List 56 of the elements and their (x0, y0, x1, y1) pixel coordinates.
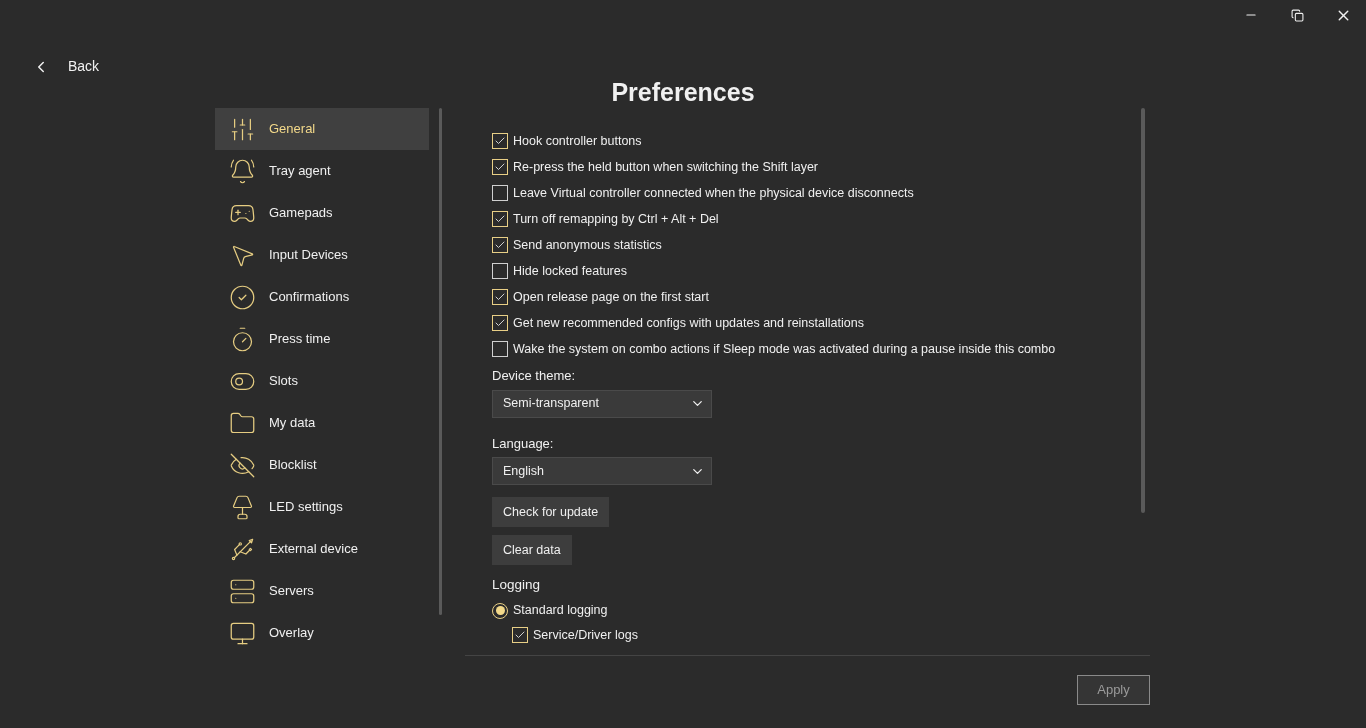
checkbox-label: Leave Virtual controller connected when the physical device disconnects (513, 184, 914, 202)
checkbox-label: Send anonymous statistics (513, 236, 662, 254)
checkbox-label: Open release page on the first start (513, 288, 709, 306)
checkbox-label: Wake the system on combo actions if Sleep mode was activated during a pause inside this combo (513, 340, 1056, 358)
field-label: Language: (492, 434, 555, 453)
sidebar-item[interactable]: Servers (215, 570, 429, 612)
dropdown[interactable]: Semi-transparent (492, 389, 712, 418)
checkbox[interactable] (492, 289, 508, 305)
sidebar-item[interactable]: Tray agent (215, 150, 429, 192)
checkbox[interactable] (492, 185, 508, 201)
checkbox-label: Turn off remapping by Ctrl + Alt + Del (513, 210, 719, 228)
scrollbar[interactable] (439, 108, 442, 615)
checkbox[interactable] (492, 315, 508, 331)
bell-icon (229, 157, 256, 185)
scrollbar[interactable] (1141, 108, 1145, 513)
sidebar-item[interactable]: General (215, 108, 429, 150)
sidebar-item[interactable]: Input Devices (215, 234, 429, 276)
check-icon (494, 239, 506, 251)
checkbox[interactable] (492, 211, 508, 227)
field-label: Device theme: (492, 367, 577, 385)
checkbox[interactable] (492, 237, 508, 253)
radio-label: Standard logging (513, 602, 608, 620)
checkbox-label: Hook controller buttons (513, 132, 642, 150)
checkbox[interactable] (492, 263, 508, 279)
sidebar-item[interactable]: Overlay (215, 612, 429, 650)
server-icon (229, 577, 256, 605)
page-title: Preferences (611, 77, 755, 108)
checkbox[interactable] (512, 627, 528, 644)
checkbox-label: Service/Driver logs (533, 627, 638, 644)
sidebar-item[interactable]: Gamepads (215, 192, 429, 234)
sidebar-item[interactable]: Confirmations (215, 276, 429, 318)
section-title: Logging (492, 576, 542, 594)
check-icon (494, 161, 506, 173)
checkbox[interactable] (492, 133, 508, 149)
eye-off-icon (229, 451, 256, 479)
restore-icon (1290, 8, 1304, 22)
action-button[interactable]: Clear data (492, 535, 572, 565)
sidebar-item[interactable]: External device (215, 528, 429, 570)
sidebar-item[interactable]: LED settings (215, 486, 429, 528)
check-icon (494, 317, 506, 329)
check-icon (494, 291, 506, 303)
checkbox-label: Get new recommended configs with updates and reinstallations (513, 314, 864, 332)
sidebar-item[interactable]: My data (215, 402, 429, 444)
back-button[interactable]: Back (32, 56, 100, 77)
check-icon (494, 135, 506, 147)
sidebar-item[interactable]: Press time (215, 318, 429, 360)
dropdown[interactable]: English (492, 457, 712, 485)
action-button[interactable]: Check for update (492, 497, 610, 527)
check-circle-icon (229, 283, 256, 311)
checkbox-label: Re-press the held button when switching the Shift layer (513, 158, 819, 176)
check-icon (494, 213, 506, 225)
sidebar-item[interactable]: Slots (215, 360, 429, 402)
checkbox[interactable] (492, 341, 508, 357)
sidebar-item[interactable]: Blocklist (215, 444, 429, 486)
checkbox[interactable] (492, 159, 508, 175)
checkbox-label: Hide locked features (513, 262, 627, 280)
